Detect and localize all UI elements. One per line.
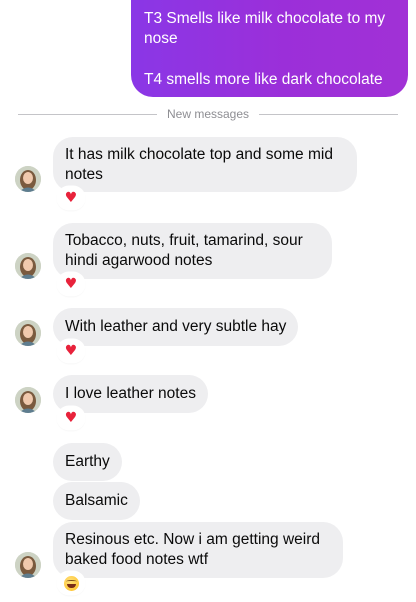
- avatar[interactable]: [15, 253, 41, 279]
- heart-icon: ♥: [64, 409, 78, 426]
- received-message-text: Earthy: [65, 453, 110, 470]
- received-message-text: I love leather notes: [65, 385, 196, 402]
- divider-label: New messages: [166, 107, 250, 121]
- avatar[interactable]: [15, 387, 41, 413]
- sent-message-text-1: T3 Smells like milk chocolate to my nose: [144, 10, 386, 47]
- sent-message-text-2: T4 smells more like dark chocolate: [144, 71, 383, 88]
- received-message-bubble[interactable]: Balsamic: [53, 482, 140, 520]
- heart-reaction[interactable]: ♥: [58, 340, 84, 362]
- received-message-bubble[interactable]: Resinous etc. Now i am getting weird bak…: [53, 522, 343, 578]
- laughing-reaction[interactable]: [58, 572, 84, 594]
- avatar[interactable]: [15, 166, 41, 192]
- received-message-text: It has milk chocolate top and some mid n…: [65, 146, 333, 183]
- received-message-bubble[interactable]: Tobacco, nuts, fruit, tamarind, sour hin…: [53, 223, 332, 279]
- received-message-text: Balsamic: [65, 492, 128, 509]
- heart-reaction[interactable]: ♥: [58, 273, 84, 295]
- heart-icon: ♥: [64, 189, 78, 206]
- received-message-text: With leather and very subtle hay: [65, 318, 287, 335]
- received-message-bubble[interactable]: Earthy: [53, 443, 122, 481]
- divider-line-right: [259, 113, 398, 115]
- sent-message-bubble[interactable]: T3 Smells like milk chocolate to my nose…: [131, 0, 408, 97]
- heart-icon: ♥: [64, 342, 78, 359]
- divider-line-left: [18, 113, 157, 115]
- received-message-bubble[interactable]: It has milk chocolate top and some mid n…: [53, 137, 357, 192]
- heart-reaction[interactable]: ♥: [58, 187, 84, 209]
- heart-reaction[interactable]: ♥: [58, 407, 84, 429]
- received-message-text: Resinous etc. Now i am getting weird bak…: [65, 531, 321, 568]
- avatar[interactable]: [15, 552, 41, 578]
- new-messages-divider: New messages: [18, 105, 398, 123]
- received-message-bubble[interactable]: With leather and very subtle hay: [53, 308, 299, 346]
- heart-icon: ♥: [64, 275, 78, 292]
- laughing-face-icon: [63, 575, 79, 591]
- received-message-text: Tobacco, nuts, fruit, tamarind, sour hin…: [65, 232, 303, 269]
- avatar[interactable]: [15, 320, 41, 346]
